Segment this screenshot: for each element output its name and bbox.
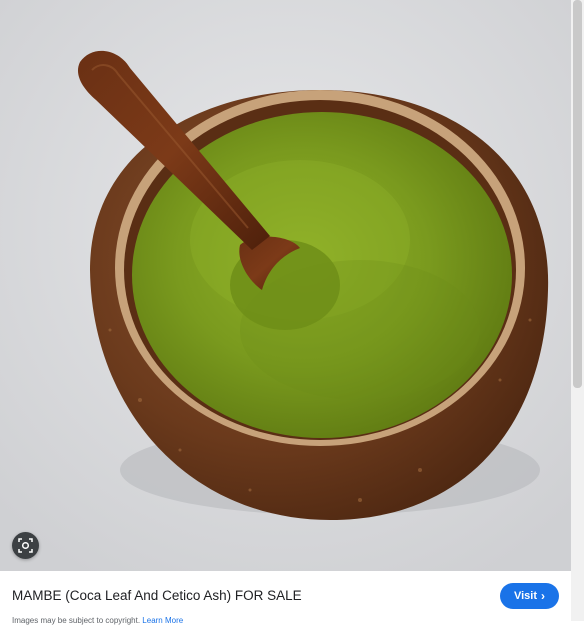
visual-search-button[interactable] xyxy=(12,532,39,559)
caption-bar: MAMBE (Coca Leaf And Cetico Ash) FOR SAL… xyxy=(0,571,571,625)
magnify-lens-icon xyxy=(18,538,33,553)
product-image[interactable] xyxy=(0,0,571,571)
visit-label: Visit xyxy=(513,590,538,602)
chevron-right-icon: › xyxy=(541,589,546,603)
visit-button[interactable]: Visit › xyxy=(500,583,559,609)
coconut-bowl-illustration xyxy=(0,0,571,571)
scrollbar-thumb[interactable] xyxy=(573,0,582,388)
result-title[interactable]: MAMBE (Coca Leaf And Cetico Ash) FOR SAL… xyxy=(12,588,302,603)
